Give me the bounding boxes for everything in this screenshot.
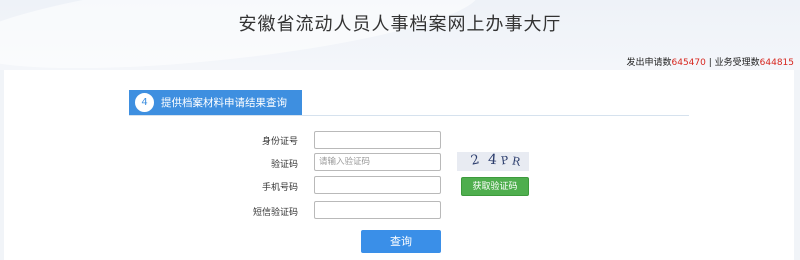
step-number-badge: 4 [135, 93, 154, 112]
phone-label: 手机号码 [261, 183, 298, 193]
stats-bar: 发出申请数645470 | 业务受理数644815 [626, 55, 794, 68]
captcha-char-2: 4 [487, 152, 498, 169]
apply-count: 645470 [671, 58, 706, 68]
captcha-image[interactable]: 2 4 P R [457, 152, 529, 171]
sms-code-input[interactable] [314, 201, 441, 219]
captcha-input[interactable]: 请输入验证码 [314, 153, 441, 171]
captcha-char-4: R [510, 154, 522, 169]
accepted-count: 644815 [759, 58, 794, 68]
accepted-count-label: 业务受理数 [714, 58, 760, 68]
page-title: 安徽省流动人员人事档案网上办事大厅 [238, 14, 562, 35]
id-number-label: 身份证号 [261, 137, 298, 147]
section-header: 4 提供档案材料申请结果查询 [129, 90, 302, 115]
id-number-input[interactable] [314, 131, 441, 149]
get-code-button[interactable]: 获取验证码 [461, 177, 529, 196]
query-button[interactable]: 查询 [361, 230, 441, 253]
apply-count-label: 发出申请数 [626, 58, 672, 68]
stats-separator: | [705, 58, 715, 68]
section-divider [129, 115, 689, 116]
captcha-char-1: 2 [469, 152, 481, 169]
sms-code-label: 短信验证码 [252, 208, 298, 218]
captcha-char-3: P [500, 153, 510, 168]
phone-input[interactable] [314, 176, 441, 194]
section-title: 提供档案材料申请结果查询 [161, 97, 287, 109]
captcha-label: 验证码 [270, 160, 298, 170]
